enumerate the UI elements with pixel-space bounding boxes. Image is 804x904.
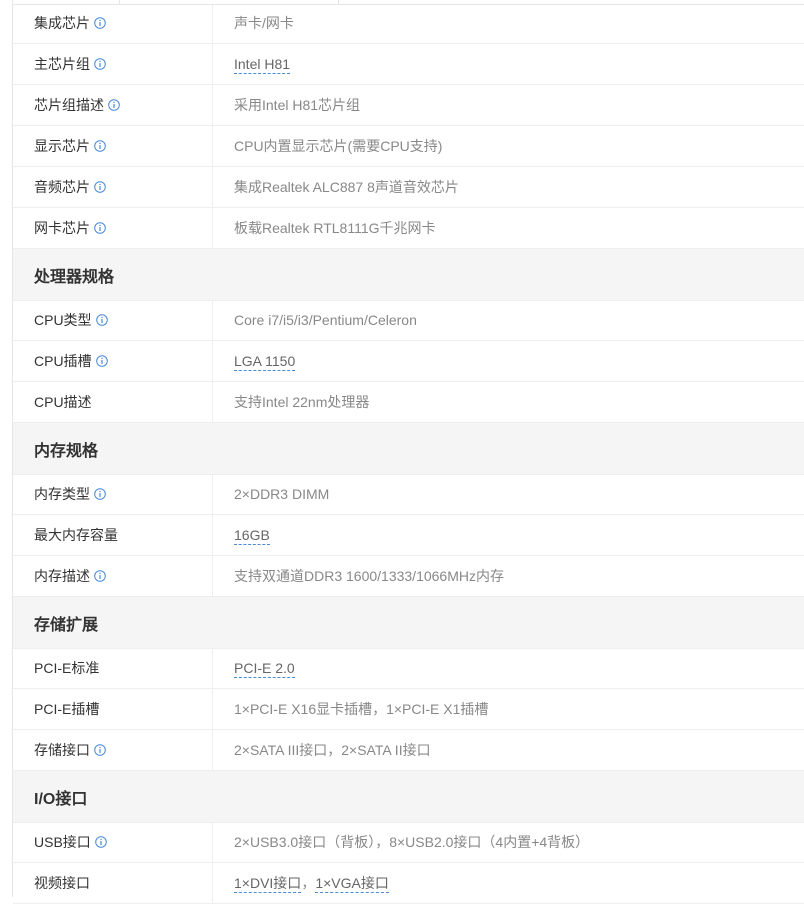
info-circle-icon[interactable] (94, 744, 106, 756)
section-header-memory: 内存规格 (13, 423, 804, 475)
info-circle-icon[interactable] (108, 99, 120, 111)
section-header-cpu: 处理器规格 (13, 249, 804, 301)
spec-key: PCI-E插槽 (13, 689, 213, 729)
spec-key: 音频芯片 (13, 167, 213, 207)
spec-key: USB接口 (13, 822, 213, 862)
spec-row: USB接口 2×USB3.0接口（背板），8×USB2.0接口（4内置+4背板） (13, 822, 804, 863)
spec-value: 1×DVI接口， 1×VGA接口 (213, 873, 389, 893)
spec-value: PCI-E 2.0 (213, 659, 295, 678)
spec-key: 主芯片组 (13, 44, 213, 84)
spec-value: LGA 1150 (213, 352, 296, 371)
spec-value-link[interactable]: 16GB (234, 526, 270, 545)
spec-row: CPU插槽 LGA 1150 (13, 341, 804, 382)
spec-row: 最大内存容量 16GB (13, 515, 804, 556)
spec-value-link[interactable]: Intel H81 (234, 55, 291, 74)
spec-value: 2×USB3.0接口（背板），8×USB2.0接口（4内置+4背板） (234, 834, 590, 850)
spec-row: CPU描述 支持Intel 22nm处理器 (13, 382, 804, 423)
spec-key: CPU插槽 (13, 341, 213, 381)
info-circle-icon[interactable] (94, 222, 106, 234)
spec-row: PCI-E插槽 1×PCI-E X16显卡插槽，1×PCI-E X1插槽 (13, 689, 804, 730)
spec-value: 声卡/网卡 (234, 15, 294, 31)
spec-value: 支持Intel 22nm处理器 (234, 394, 370, 410)
spec-key: 网卡芯片 (13, 208, 213, 248)
info-circle-icon[interactable] (94, 58, 106, 70)
spec-key: 存储接口 (13, 730, 213, 770)
spec-value: 1×PCI-E X16显卡插槽，1×PCI-E X1插槽 (234, 701, 489, 717)
spec-key: 内存描述 (13, 556, 213, 596)
spec-value: 支持双通道DDR3 1600/1333/1066MHz内存 (234, 568, 504, 584)
spec-value-link[interactable]: LGA 1150 (234, 352, 296, 371)
spec-value: 2×SATA III接口，2×SATA II接口 (234, 742, 431, 758)
spec-value: Intel H81 (213, 55, 291, 74)
spec-key: CPU描述 (13, 382, 213, 422)
spec-key: 显示芯片 (13, 126, 213, 166)
spec-row: 内存类型 2×DDR3 DIMM (13, 474, 804, 515)
section-header-io: I/O接口 (13, 771, 804, 823)
spec-value: 2×DDR3 DIMM (234, 486, 330, 502)
spec-row: 内存描述 支持双通道DDR3 1600/1333/1066MHz内存 (13, 556, 804, 597)
spec-key: 最大内存容量 (13, 515, 213, 555)
spec-key: PCI-E标准 (13, 648, 213, 688)
spec-row: 音频芯片 集成Realtek ALC887 8声道音效芯片 (13, 167, 804, 208)
spec-value: 采用Intel H81芯片组 (234, 97, 361, 113)
info-circle-icon[interactable] (94, 570, 106, 582)
spec-key: 视频接口 (13, 863, 213, 903)
info-circle-icon[interactable] (94, 17, 106, 29)
spec-row: PCI-E标准 PCI-E 2.0 (13, 648, 804, 689)
spec-key: 集成芯片 (13, 3, 213, 43)
spec-row: 集成芯片 声卡/网卡 (13, 3, 804, 44)
info-circle-icon[interactable] (94, 181, 106, 193)
info-circle-icon[interactable] (94, 140, 106, 152)
spec-table: 集成芯片 声卡/网卡 主芯片组 Intel H81 芯片组描述 采用Intel … (12, 0, 804, 904)
spec-row: 芯片组描述 采用Intel H81芯片组 (13, 85, 804, 126)
info-circle-icon[interactable] (95, 314, 108, 326)
spec-row: 存储接口 2×SATA III接口，2×SATA II接口 (13, 730, 804, 771)
spec-value-link[interactable]: 1×DVI接口 (234, 874, 302, 893)
info-circle-icon[interactable] (94, 488, 106, 500)
spec-value: Core i7/i5/i3/Pentium/Celeron (234, 312, 417, 328)
spec-row: 视频接口 1×DVI接口， 1×VGA接口 (13, 863, 804, 904)
spec-key: 芯片组描述 (13, 85, 213, 125)
spec-value: 板载Realtek RTL8111G千兆网卡 (234, 220, 436, 236)
info-circle-icon[interactable] (95, 355, 108, 367)
section-header-storage: 存储扩展 (13, 597, 804, 649)
spec-value-link[interactable]: 1×VGA接口 (315, 874, 389, 893)
spec-key: CPU类型 (13, 300, 213, 340)
spec-row: CPU类型 Core i7/i5/i3/Pentium/Celeron (13, 300, 804, 341)
spec-row: 网卡芯片 板载Realtek RTL8111G千兆网卡 (13, 208, 804, 249)
spec-row: 显示芯片 CPU内置显示芯片(需要CPU支持) (13, 126, 804, 167)
value-separator: ， (301, 875, 316, 891)
spec-value: CPU内置显示芯片(需要CPU支持) (234, 138, 443, 154)
spec-row: 主芯片组 Intel H81 (13, 44, 804, 85)
spec-value: 集成Realtek ALC887 8声道音效芯片 (234, 179, 459, 195)
info-circle-icon[interactable] (94, 836, 107, 848)
spec-value-link[interactable]: PCI-E 2.0 (234, 659, 295, 678)
spec-value: 16GB (213, 526, 270, 545)
spec-key: 内存类型 (13, 474, 213, 514)
